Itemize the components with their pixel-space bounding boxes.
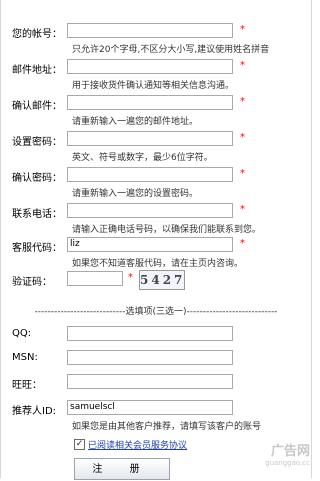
confirm-password-input[interactable] bbox=[67, 167, 233, 182]
optional-divider: ----------------------------选填项(三选一)----… bbox=[34, 307, 278, 316]
captcha-image[interactable]: 5427 bbox=[139, 270, 185, 290]
service-code-row: 客服代码： liz * bbox=[0, 236, 312, 256]
confirm-password-label: 确认密码： bbox=[12, 173, 62, 184]
phone-input[interactable] bbox=[67, 203, 233, 218]
required-mark: * bbox=[240, 168, 245, 179]
email-label: 邮件地址： bbox=[12, 65, 62, 76]
agree-checkbox[interactable]: ✓ bbox=[74, 439, 85, 450]
password-row: 设置密码： * bbox=[0, 130, 312, 150]
required-mark: * bbox=[240, 96, 245, 107]
phone-label: 联系电话： bbox=[12, 209, 62, 220]
confirm-password-hint: 请重新输入一遍您的设置密码。 bbox=[72, 189, 199, 199]
referrer-row: 推荐人ID: samuelscl bbox=[0, 399, 312, 419]
service-code-hint: 如果您不知道客服代码，请在主页内咨询。 bbox=[72, 259, 244, 269]
account-input[interactable] bbox=[67, 23, 233, 38]
watermark: 广告网 guanggao.cc bbox=[232, 440, 310, 476]
captcha-input[interactable] bbox=[67, 271, 123, 286]
service-code-label: 客服代码： bbox=[12, 243, 62, 254]
watermark-text: 广告网 bbox=[270, 444, 310, 459]
qq-input[interactable] bbox=[67, 326, 233, 341]
agree-link[interactable]: 已阅读相关会员服务协议 bbox=[88, 438, 187, 451]
service-code-input[interactable]: liz bbox=[67, 237, 233, 252]
password-input[interactable] bbox=[67, 131, 233, 146]
phone-row: 联系电话： * bbox=[0, 202, 312, 222]
msn-input[interactable] bbox=[67, 350, 233, 365]
confirm-email-hint: 请重新输入一遍您的邮件地址。 bbox=[72, 117, 199, 127]
email-input[interactable] bbox=[67, 59, 233, 74]
wangwang-row: 旺旺： bbox=[0, 373, 312, 393]
captcha-label: 验证码： bbox=[12, 277, 52, 288]
email-row: 邮件地址： * bbox=[0, 58, 312, 78]
confirm-email-label: 确认邮件： bbox=[12, 101, 62, 112]
register-button[interactable]: 注 册 bbox=[74, 458, 170, 480]
account-hint: 只允许20个字母,不区分大小写,建议使用姓名拼音 bbox=[72, 45, 270, 55]
confirm-email-row: 确认邮件： * bbox=[0, 94, 312, 114]
account-label: 您的帐号： bbox=[12, 29, 62, 40]
referrer-input[interactable]: samuelscl bbox=[67, 400, 233, 415]
required-mark: * bbox=[240, 60, 245, 71]
confirm-email-input[interactable] bbox=[67, 95, 233, 110]
qq-row: QQ: bbox=[0, 325, 312, 345]
phone-hint: 请输入正确电话号码，以确保我们能联系到您。 bbox=[72, 225, 262, 235]
msn-label: MSN: bbox=[12, 352, 38, 363]
required-mark: * bbox=[128, 272, 133, 283]
referrer-label: 推荐人ID: bbox=[12, 406, 57, 417]
email-hint: 用于接收货件确认通知等相关信息沟通。 bbox=[72, 81, 235, 91]
password-label: 设置密码： bbox=[12, 137, 62, 148]
wangwang-label: 旺旺： bbox=[12, 380, 42, 391]
required-mark: * bbox=[240, 132, 245, 143]
confirm-password-row: 确认密码： * bbox=[0, 166, 312, 186]
qq-label: QQ: bbox=[12, 328, 32, 339]
account-row: 您的帐号： * bbox=[0, 22, 312, 42]
password-hint: 英文、符号或数字，最少6位字符。 bbox=[72, 153, 213, 163]
required-mark: * bbox=[240, 204, 245, 215]
referrer-hint: 如果您是由其他客户推荐，请填写该客户的账号 bbox=[72, 422, 262, 432]
required-mark: * bbox=[240, 24, 245, 35]
watermark-url: guanggao.cc bbox=[265, 459, 310, 467]
wangwang-input[interactable] bbox=[67, 374, 233, 389]
required-mark: * bbox=[240, 238, 245, 249]
msn-row: MSN: bbox=[0, 349, 312, 369]
